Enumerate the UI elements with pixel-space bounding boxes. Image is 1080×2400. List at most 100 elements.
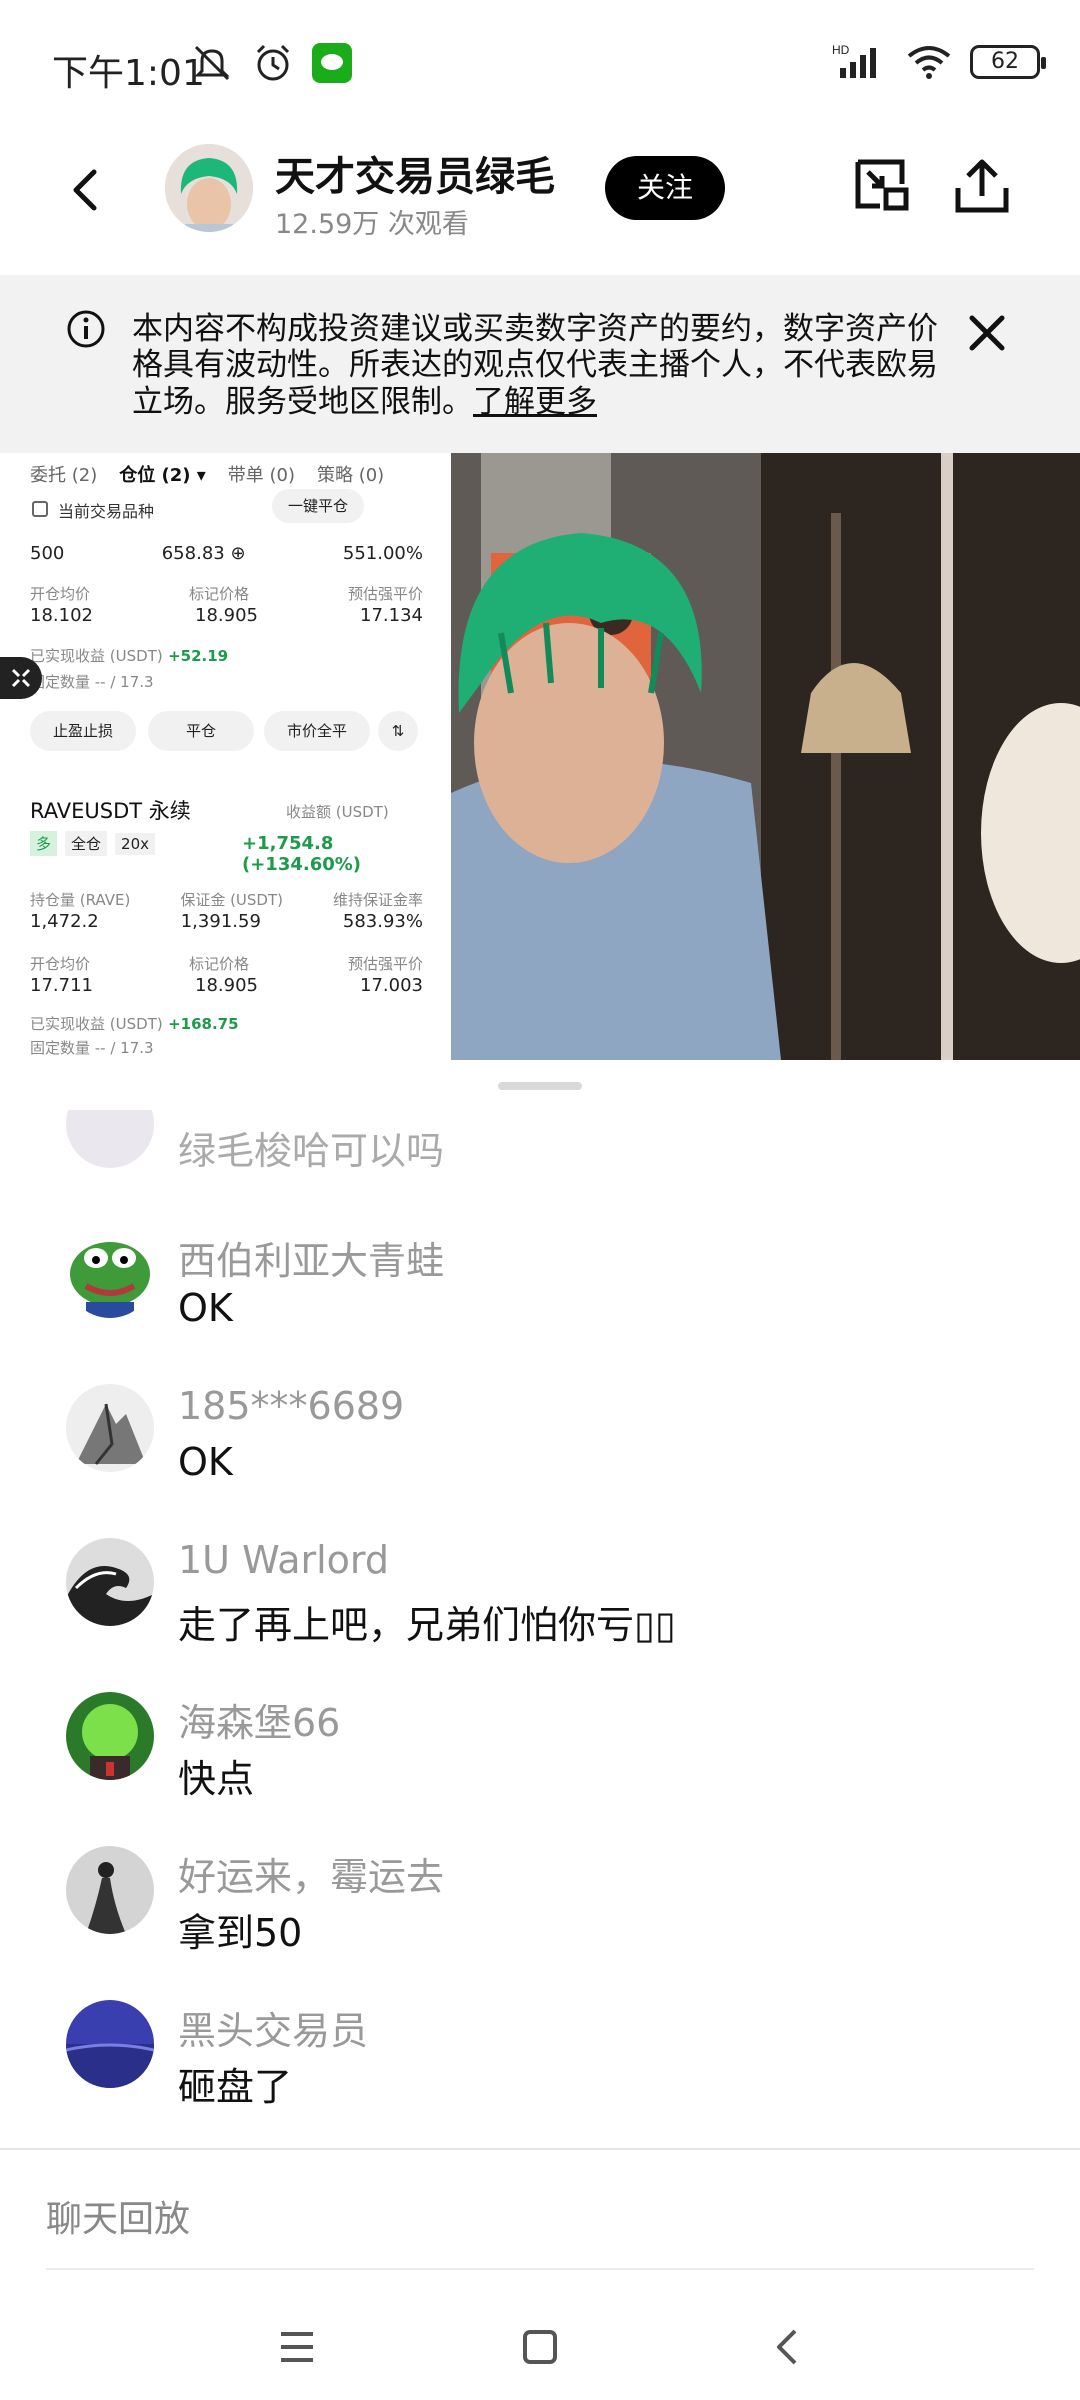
- chat-text: 拿到50: [178, 1911, 303, 1955]
- signal-icon: HD: [832, 43, 876, 78]
- chat-list[interactable]: 绿毛梭哈可以吗 西伯利亚大青蛙 OK 185***6689 OK 1U Warl…: [0, 1110, 1080, 2145]
- pos2-realized: 已实现收益 (USDT) +168.75: [30, 1013, 239, 1034]
- value: 18.102: [30, 605, 93, 626]
- host-name[interactable]: 天才交易员绿毛: [275, 144, 555, 202]
- value: 1,391.59: [180, 911, 261, 932]
- pos1-labels-b: 开仓均价 标记价格 预估强平价: [30, 583, 423, 604]
- close-chip: 平仓: [148, 711, 254, 751]
- pos1-ratio: 551.00%: [342, 543, 423, 564]
- expand-handle[interactable]: [0, 657, 42, 699]
- wechat-icon: [312, 43, 352, 83]
- sheet-drag-handle[interactable]: [498, 1082, 582, 1090]
- avatar[interactable]: [66, 1384, 154, 1472]
- pip-button[interactable]: [850, 154, 914, 218]
- expand-icon: [11, 668, 31, 688]
- pos2-row-b: 17.711 18.905 17.003: [30, 975, 423, 996]
- chat-username: 绿毛梭哈可以吗: [178, 1129, 445, 1173]
- pos2-fixed-qty: 固定数量 -- / 17.3: [30, 1039, 154, 1057]
- menu-button[interactable]: [262, 2312, 332, 2382]
- side-tag: 多: [30, 831, 58, 856]
- avatar-image: [66, 1692, 154, 1780]
- chat-message: 185***6689 OK: [0, 1374, 1080, 1524]
- streamer-camera: [451, 453, 1080, 1060]
- label: 持仓量 (RAVE): [30, 891, 131, 909]
- close-icon: [969, 315, 1005, 351]
- label: 标记价格: [188, 585, 249, 603]
- chat-username: 好运来，霉运去: [178, 1855, 445, 1899]
- risk-disclaimer-banner: 本内容不构成投资建议或买卖数字资产的要约，数字资产价格具有波动性。所表达的观点仅…: [0, 275, 1080, 453]
- chat-username: 黑头交易员: [178, 2009, 369, 2053]
- avatar-image: [66, 1384, 154, 1472]
- pos2-tags: 多 全仓 20x: [30, 831, 155, 856]
- host-avatar[interactable]: [165, 144, 253, 232]
- value: 18.905: [195, 605, 258, 626]
- avatar[interactable]: [66, 1846, 154, 1934]
- chat-text: 走了再上吧，兄弟们怕你亏▯▯: [178, 1603, 676, 1647]
- avatar[interactable]: [66, 2000, 154, 2088]
- close-all-chip: 一键平仓: [272, 489, 364, 523]
- pos1-fixed-qty: 固定数量 -- / 17.3: [30, 673, 154, 691]
- system-back-button[interactable]: [752, 2312, 822, 2382]
- back-triangle-icon: [777, 2329, 797, 2365]
- chevron-left-icon: [73, 169, 97, 211]
- status-system-icons: HD 62: [832, 42, 1046, 82]
- chat-username: 西伯利亚大青蛙: [178, 1239, 445, 1283]
- trade-tab-strategy: 策略 (0): [316, 465, 385, 486]
- live-header: 天才交易员绿毛 12.59万 次观看 关注: [0, 130, 1080, 275]
- label: 开仓均价: [30, 585, 91, 603]
- value: +168.75: [168, 1015, 239, 1033]
- avatar[interactable]: [66, 1230, 154, 1318]
- wifi-icon: [907, 46, 951, 79]
- pos1-row-a: 500 658.83 ⊕ 551.00%: [30, 543, 423, 564]
- chat-message: 西伯利亚大青蛙 OK: [0, 1220, 1080, 1370]
- chat-username: 185***6689: [178, 1384, 405, 1428]
- chat-message: 海森堡66 快点: [0, 1682, 1080, 1832]
- system-nav-bar: [0, 2300, 1080, 2400]
- pos1-realized: 已实现收益 (USDT) +52.19: [30, 645, 228, 666]
- value: 1,472.2: [30, 911, 99, 932]
- value: 17.003: [360, 975, 423, 996]
- chat-username: 1U Warlord: [178, 1538, 390, 1582]
- value: 17.134: [360, 605, 423, 626]
- label: 维持保证金率: [332, 891, 423, 909]
- live-video[interactable]: 委托 (2) 仓位 (2) ▾ 带单 (0) 策略 (0) 当前交易品种 一键平…: [0, 453, 1080, 1060]
- follow-button[interactable]: 关注: [605, 156, 725, 220]
- trade-tab-positions: 仓位 (2) ▾: [119, 465, 206, 486]
- chat-message: 绿毛梭哈可以吗: [0, 1110, 1080, 1220]
- status-notification-icons: [190, 42, 352, 84]
- chat-replay-label: 聊天回放: [46, 2199, 191, 2240]
- margin-mode-tag: 全仓: [65, 831, 108, 856]
- disclaimer-text: 本内容不构成投资建议或买卖数字资产的要约，数字资产价格具有波动性。所表达的观点仅…: [132, 311, 952, 420]
- value: +52.19: [168, 647, 229, 665]
- label: 标记价格: [188, 955, 249, 973]
- shared-trade-screen: 委托 (2) 仓位 (2) ▾ 带单 (0) 策略 (0) 当前交易品种 一键平…: [0, 453, 451, 1060]
- trade-tab-orders: 委托 (2): [30, 465, 98, 486]
- share-button[interactable]: [950, 154, 1014, 218]
- value: 583.93%: [342, 911, 423, 932]
- status-time: 下午1:01: [52, 53, 205, 94]
- info-icon: [67, 310, 105, 348]
- status-bar: 下午1:01 HD 62: [0, 0, 1080, 130]
- back-button[interactable]: [55, 160, 115, 220]
- divider: [46, 2268, 1034, 2270]
- svg-text:HD: HD: [832, 43, 850, 57]
- reverse-chip: ⇅: [378, 711, 418, 751]
- divider: [0, 2148, 1080, 2150]
- filter-label: 当前交易品种: [58, 502, 155, 521]
- picture-in-picture-icon: [855, 159, 909, 211]
- avatar[interactable]: [66, 1110, 154, 1168]
- avatar[interactable]: [66, 1692, 154, 1780]
- learn-more-link[interactable]: 了解更多: [473, 384, 597, 420]
- avatar[interactable]: [66, 1538, 154, 1626]
- avatar-image: [66, 1538, 154, 1626]
- share-icon: [955, 159, 1009, 213]
- trade-tab-copy: 带单 (0): [227, 465, 295, 486]
- pos2-labels-b: 开仓均价 标记价格 预估强平价: [30, 953, 423, 974]
- avatar-image: [66, 1846, 154, 1934]
- chat-text: OK: [178, 1286, 233, 1330]
- battery-indicator: 62: [970, 45, 1046, 79]
- close-disclaimer-button[interactable]: [960, 306, 1014, 360]
- home-button[interactable]: [505, 2312, 575, 2382]
- alarm-icon: [256, 44, 290, 81]
- pos2-symbol: RAVEUSDT 永续: [30, 799, 191, 823]
